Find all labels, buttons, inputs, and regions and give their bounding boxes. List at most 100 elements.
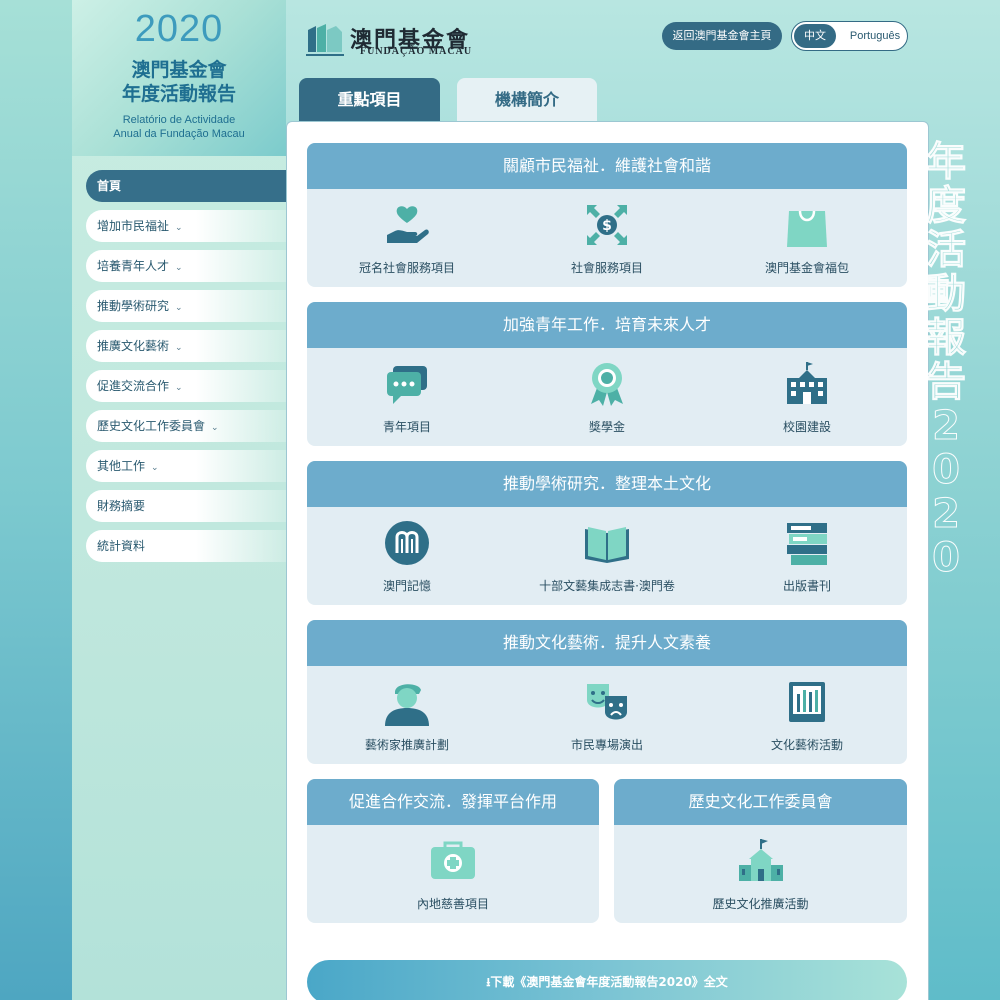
item-label: 獎學金 xyxy=(588,420,625,434)
item-social-services[interactable]: $ 社會服務項目 xyxy=(507,189,707,287)
item-label: 市民專場演出 xyxy=(570,738,643,752)
vertical-title-char: 年 xyxy=(926,139,967,185)
download-report-button[interactable]: ⭳下載《澳門基金會年度活動報告2020》全文 xyxy=(307,960,907,1000)
item-public-performance[interactable]: 市民專場演出 xyxy=(507,666,707,764)
sidebar-item-label: 推動學術研究 xyxy=(97,299,170,313)
brand-subtitle-line2: Anual da Fundação Macau xyxy=(113,128,245,140)
section-welfare: 關顧市民福祉．維護社會和諧 冠名社會服務項目 $ 社會服務項目 澳門基金會福包 xyxy=(307,143,907,287)
brand-year: 2020 xyxy=(134,8,224,50)
vertical-title-char: 2 xyxy=(932,403,961,449)
bag-icon xyxy=(787,210,827,247)
brushes-icon xyxy=(789,682,825,722)
sidebar-item-label: 其他工作 xyxy=(97,459,146,473)
item-label: 青年項目 xyxy=(382,420,431,434)
chevron-down-icon: ⌄ xyxy=(175,303,183,313)
chevron-down-icon: ⌄ xyxy=(211,423,219,433)
sidebar-item-research[interactable]: 推動學術研究 ⌄ xyxy=(86,290,286,322)
vertical-title-char: 度 xyxy=(926,183,967,229)
svg-text:$: $ xyxy=(602,218,612,234)
section-title: 推動學術研究．整理本土文化 xyxy=(307,461,907,507)
sidebar-nav: 首頁 增加市民福祉 ⌄ 培養青年人才 ⌄ 推動學術研究 ⌄ 推廣文化藝術 ⌄ 促進交流合… xyxy=(86,170,286,570)
vertical-title-char: 0 xyxy=(932,535,961,581)
logo-text-pt: FUNDAÇÃO MACAU xyxy=(360,46,473,57)
item-label: 歷史文化推廣活動 xyxy=(712,897,809,911)
sidebar-item-culture[interactable]: 推廣文化藝術 ⌄ xyxy=(86,330,286,362)
item-label: 藝術家推廣計劃 xyxy=(364,738,449,752)
sidebar-item-label: 統計資料 xyxy=(97,539,146,553)
item-history-promotion[interactable]: 歷史文化推廣活動 xyxy=(614,825,907,923)
sidebar-item-label: 首頁 xyxy=(97,179,122,193)
section-title: 推動文化藝術．提升人文素養 xyxy=(307,620,907,666)
sidebar-item-other[interactable]: 其他工作 ⌄ xyxy=(86,450,286,482)
heritage-building-icon xyxy=(738,839,783,881)
section-culture: 推動文化藝術．提升人文素養 藝術家推廣計劃 市民專場演出 文化藝術活動 xyxy=(307,620,907,764)
lang-zh-button[interactable]: 中文 xyxy=(794,24,836,48)
sidebar-item-label: 財務摘要 xyxy=(97,499,146,513)
item-campus-construction[interactable]: 校園建設 xyxy=(707,348,907,446)
section-history-committee: 歷史文化工作委員會 歷史文化推廣活動 xyxy=(614,779,907,923)
dollar-arrows-icon: $ xyxy=(587,205,627,245)
item-macau-memory[interactable]: 澳門記憶 xyxy=(307,507,507,605)
sidebar-item-label: 促進交流合作 xyxy=(97,379,170,393)
brand-title: 澳門基金會 年度活動報告 xyxy=(72,58,286,106)
sidebar-item-finance[interactable]: 財務摘要 xyxy=(86,490,286,522)
vertical-title-char: 活 xyxy=(926,227,967,273)
book-icon xyxy=(585,527,629,563)
brand-subtitle-line1: Relatório de Actividade xyxy=(122,114,236,126)
language-switcher: 中文 Português xyxy=(791,21,908,51)
item-fm-bag[interactable]: 澳門基金會福包 xyxy=(707,189,907,287)
school-icon xyxy=(787,362,827,404)
chevron-down-icon: ⌄ xyxy=(151,463,159,473)
sidebar-item-label: 增加市民福祉 xyxy=(97,219,170,233)
chevron-down-icon: ⌄ xyxy=(175,383,183,393)
site-logo[interactable]: 澳門基金會 FUNDAÇÃO MACAU xyxy=(306,20,496,60)
vertical-title-char: 告 xyxy=(926,359,967,405)
medical-kit-icon xyxy=(431,841,475,879)
macau-memory-icon xyxy=(385,521,429,565)
item-label: 文化藝術活動 xyxy=(770,738,843,752)
item-mainland-charity[interactable]: 內地慈善項目 xyxy=(307,825,599,923)
sidebar-item-label: 歷史文化工作委員會 xyxy=(97,419,206,433)
chevron-down-icon: ⌄ xyxy=(175,263,183,273)
award-icon xyxy=(591,363,623,406)
item-scholarship[interactable]: 獎學金 xyxy=(507,348,707,446)
item-label: 冠名社會服務項目 xyxy=(358,261,455,275)
sidebar-item-history-committee[interactable]: 歷史文化工作委員會 ⌄ xyxy=(86,410,286,442)
item-publications[interactable]: 出版書刊 xyxy=(707,507,907,605)
vertical-title-char: 報 xyxy=(926,315,967,361)
item-label: 校園建設 xyxy=(782,420,831,434)
sidebar-item-label: 推廣文化藝術 xyxy=(97,339,170,353)
section-title: 歷史文化工作委員會 xyxy=(614,779,907,825)
item-cultural-activities[interactable]: 文化藝術活動 xyxy=(707,666,907,764)
item-youth-projects[interactable]: 青年項目 xyxy=(307,348,507,446)
lang-pt-button[interactable]: Português xyxy=(844,24,906,48)
theater-masks-icon xyxy=(587,684,627,720)
vertical-title-char: 2 xyxy=(932,491,961,537)
item-label: 社會服務項目 xyxy=(570,261,643,275)
item-label: 十部文藝集成志書·澳門卷 xyxy=(539,579,675,593)
brand-title-line2: 年度活動報告 xyxy=(121,83,236,105)
vertical-title-char: 0 xyxy=(932,447,961,493)
chat-icon xyxy=(387,366,427,404)
vertical-title-char: 動 xyxy=(926,271,967,317)
chevron-down-icon: ⌄ xyxy=(175,343,183,353)
item-artist-promotion[interactable]: 藝術家推廣計劃 xyxy=(307,666,507,764)
logo-mark-icon xyxy=(306,24,344,56)
brand-header: 2020 澳門基金會 年度活動報告 Relatório de Actividad… xyxy=(72,0,286,156)
sidebar-item-cooperation[interactable]: 促進交流合作 ⌄ xyxy=(86,370,286,402)
item-label: 澳門記憶 xyxy=(382,579,431,593)
artist-icon xyxy=(385,684,429,726)
sidebar-item-home[interactable]: 首頁 xyxy=(86,170,286,202)
sidebar-item-welfare[interactable]: 增加市民福祉 ⌄ xyxy=(86,210,286,242)
item-ten-volumes[interactable]: 十部文藝集成志書·澳門卷 xyxy=(507,507,707,605)
sidebar-item-statistics[interactable]: 統計資料 xyxy=(86,530,286,562)
sidebar-item-youth[interactable]: 培養青年人才 ⌄ xyxy=(86,250,286,282)
tab-key-projects[interactable]: 重點項目 xyxy=(299,78,440,122)
section-title: 加強青年工作．培育未來人才 xyxy=(307,302,907,348)
item-named-social-services[interactable]: 冠名社會服務項目 xyxy=(307,189,507,287)
item-label: 出版書刊 xyxy=(782,579,831,593)
home-button[interactable]: 返回澳門基金會主頁 xyxy=(662,22,782,50)
decorative-left-strip xyxy=(0,0,72,1000)
sidebar-item-label: 培養青年人才 xyxy=(97,259,170,273)
tab-about[interactable]: 機構簡介 xyxy=(457,78,597,122)
